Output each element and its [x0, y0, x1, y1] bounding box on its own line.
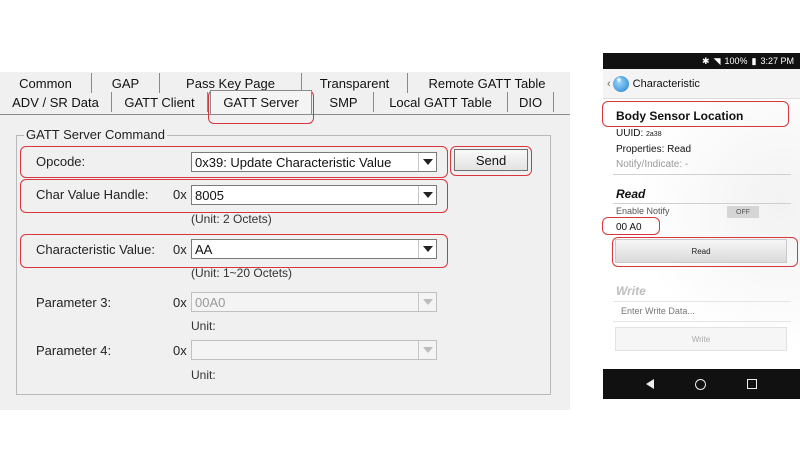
screenshot-root: Common GAP Pass Key Page Transparent Rem…: [0, 0, 800, 472]
properties-text: Properties: Read: [616, 144, 692, 155]
android-nav-bar: [603, 369, 800, 399]
param3-prefix: 0x: [173, 295, 187, 310]
opcode-select[interactable]: 0x39: Update Characteristic Value: [191, 152, 437, 172]
opcode-value: 0x39: Update Characteristic Value: [195, 154, 392, 170]
tab-divider: [0, 114, 570, 115]
param4-prefix: 0x: [173, 343, 187, 358]
write-data-input[interactable]: Enter Write Data...: [621, 306, 695, 316]
write-button: Write: [615, 327, 787, 351]
divider: [613, 321, 791, 322]
parameter-4-select: [191, 340, 437, 360]
nav-recents-icon[interactable]: [747, 379, 758, 389]
characteristic-name: Body Sensor Location: [616, 109, 744, 123]
bluetooth-app-icon: [612, 75, 629, 92]
send-button[interactable]: Send: [454, 149, 528, 171]
param3-unit: Unit:: [191, 319, 216, 333]
tab-gatt-server[interactable]: GATT Server: [210, 90, 312, 114]
chevron-down-icon[interactable]: [418, 186, 436, 204]
chevron-down-icon[interactable]: [418, 153, 436, 171]
char-value-handle-select[interactable]: 8005: [191, 185, 437, 205]
write-section-title: Write: [616, 284, 646, 298]
status-battery: 100%: [724, 56, 748, 66]
tab-smp[interactable]: SMP: [314, 92, 374, 112]
tab-common[interactable]: Common: [0, 73, 92, 93]
tab-gap[interactable]: GAP: [92, 73, 160, 93]
tab-local-gatt-table[interactable]: Local GATT Table: [374, 92, 508, 112]
char-value-value: AA: [195, 241, 213, 257]
handle-prefix: 0x: [173, 187, 187, 202]
tab-remote-gatt-table[interactable]: Remote GATT Table: [408, 73, 566, 93]
nav-home-icon[interactable]: [694, 378, 706, 390]
parameter-3-select: 00A0: [191, 292, 437, 312]
handle-unit: (Unit: 2 Octets): [191, 212, 272, 226]
status-time: 3:27 PM: [760, 56, 794, 66]
tab-transparent[interactable]: Transparent: [302, 73, 408, 93]
divider: [613, 174, 791, 175]
characteristic-value-select[interactable]: AA: [191, 239, 437, 259]
opcode-label: Opcode:: [36, 154, 86, 169]
divider: [613, 203, 791, 204]
enable-notify-label: Enable Notify: [616, 206, 670, 216]
chevron-down-icon[interactable]: [418, 240, 436, 258]
group-title: GATT Server Command: [24, 127, 167, 142]
divider: [613, 301, 791, 302]
bluetooth-icon: ✱: [702, 55, 710, 66]
handle-value: 8005: [195, 187, 224, 203]
read-value: 00 A0: [616, 222, 642, 233]
char-value-handle-label: Char Value Handle:: [36, 187, 149, 202]
char-value-prefix: 0x: [173, 242, 187, 257]
back-arrow-icon[interactable]: ‹: [607, 78, 611, 90]
uuid-label: UUID:: [616, 128, 644, 139]
parameter-4-label: Parameter 4:: [36, 343, 112, 358]
wifi-icon: ◥: [713, 55, 721, 66]
uuid-value: 2a38: [646, 131, 662, 138]
tab-gatt-client[interactable]: GATT Client: [112, 92, 208, 112]
param3-value: 00A0: [195, 294, 226, 310]
tab-dio[interactable]: DIO: [508, 92, 554, 112]
parameter-3-label: Parameter 3:: [36, 295, 112, 310]
phone-screen: ✱ ◥ 100% ▮ 3:27 PM ‹ Characteristic Body…: [603, 53, 800, 399]
notify-indicate-text: Notify/Indicate: -: [616, 159, 689, 170]
read-section-title: Read: [616, 187, 646, 201]
enable-notify-toggle[interactable]: OFF: [727, 206, 759, 218]
nav-back-icon[interactable]: [645, 379, 654, 389]
uuid-row: UUID: 2a38: [616, 128, 662, 139]
param4-unit: Unit:: [191, 368, 216, 382]
char-value-unit: (Unit: 1~20 Octets): [191, 266, 293, 280]
characteristic-value-label: Characteristic Value:: [36, 242, 155, 257]
chevron-down-icon: [418, 293, 436, 311]
tab-adv-sr-data[interactable]: ADV / SR Data: [0, 92, 112, 112]
appbar-title: Characteristic: [632, 77, 700, 90]
read-button[interactable]: Read: [615, 239, 787, 263]
chevron-down-icon: [418, 341, 436, 359]
status-bar: ✱ ◥ 100% ▮ 3:27 PM: [603, 53, 800, 69]
app-bar: ‹ Characteristic: [603, 69, 800, 99]
battery-icon: ▮: [751, 55, 757, 66]
